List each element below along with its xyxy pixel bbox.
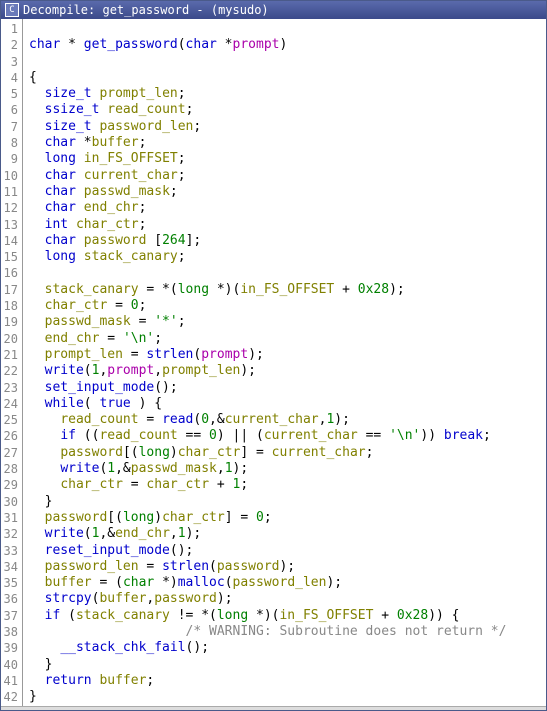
line-number: 18 (3, 298, 18, 314)
decompile-pane: 1234567891011121314151617181920212223242… (1, 19, 546, 706)
code-line[interactable]: } (29, 657, 546, 673)
line-number: 6 (3, 102, 18, 118)
line-number: 2 (3, 37, 18, 53)
line-number: 30 (3, 494, 18, 510)
line-number: 42 (3, 689, 18, 705)
code-line[interactable]: prompt_len = strlen(prompt); (29, 347, 546, 363)
code-line[interactable]: char * get_password(char *prompt) (29, 37, 546, 53)
line-number: 3 (3, 54, 18, 70)
line-number: 32 (3, 526, 18, 542)
line-number: 12 (3, 200, 18, 216)
code-line[interactable]: reset_input_mode(); (29, 543, 546, 559)
line-number: 31 (3, 510, 18, 526)
line-number: 28 (3, 461, 18, 477)
window-title: Decompile: get_password - (mysudo) (23, 3, 269, 17)
code-line[interactable]: if (stack_canary != *(long *)(in_FS_OFFS… (29, 608, 546, 624)
line-number: 25 (3, 412, 18, 428)
line-number: 14 (3, 233, 18, 249)
code-line[interactable]: int char_ctr; (29, 217, 546, 233)
window-titlebar[interactable]: C Decompile: get_password - (mysudo) (1, 1, 546, 19)
line-number: 20 (3, 331, 18, 347)
line-number: 29 (3, 477, 18, 493)
code-line[interactable]: end_chr = '\n'; (29, 331, 546, 347)
code-line[interactable]: char current_char; (29, 168, 546, 184)
line-number: 10 (3, 168, 18, 184)
code-line[interactable]: char passwd_mask; (29, 184, 546, 200)
line-number: 23 (3, 380, 18, 396)
line-number: 40 (3, 657, 18, 673)
app-icon: C (5, 3, 19, 17)
line-number: 5 (3, 86, 18, 102)
code-line[interactable]: ssize_t read_count; (29, 102, 546, 118)
line-number: 35 (3, 575, 18, 591)
code-line[interactable]: long in_FS_OFFSET; (29, 151, 546, 167)
line-number: 11 (3, 184, 18, 200)
code-content[interactable]: char * get_password(char *prompt) { size… (23, 19, 546, 706)
line-number: 16 (3, 265, 18, 281)
code-line[interactable]: char_ctr = char_ctr + 1; (29, 477, 546, 493)
code-line[interactable]: { (29, 70, 546, 86)
code-line[interactable]: stack_canary = *(long *)(in_FS_OFFSET + … (29, 282, 546, 298)
line-number: 19 (3, 314, 18, 330)
code-line[interactable]: size_t prompt_len; (29, 86, 546, 102)
code-line[interactable]: if ((read_count == 0) || (current_char =… (29, 428, 546, 444)
code-line[interactable]: char *buffer; (29, 135, 546, 151)
line-number: 4 (3, 70, 18, 86)
code-line[interactable]: set_input_mode(); (29, 380, 546, 396)
line-number: 1 (3, 21, 18, 37)
line-number: 7 (3, 119, 18, 135)
code-line[interactable] (29, 54, 546, 70)
line-number: 8 (3, 135, 18, 151)
code-line[interactable]: write(1,&passwd_mask,1); (29, 461, 546, 477)
code-line[interactable]: char end_chr; (29, 200, 546, 216)
bottom-border (1, 706, 546, 710)
line-number: 9 (3, 151, 18, 167)
code-line[interactable]: while( true ) { (29, 396, 546, 412)
line-number: 39 (3, 640, 18, 656)
line-number: 17 (3, 282, 18, 298)
line-number: 41 (3, 673, 18, 689)
line-number: 13 (3, 217, 18, 233)
code-line[interactable]: strcpy(buffer,password); (29, 591, 546, 607)
code-line[interactable]: size_t password_len; (29, 119, 546, 135)
code-line[interactable] (29, 265, 546, 281)
code-line[interactable]: /* WARNING: Subroutine does not return *… (29, 624, 546, 640)
line-number: 22 (3, 363, 18, 379)
code-line[interactable]: char password [264]; (29, 233, 546, 249)
line-number: 24 (3, 396, 18, 412)
code-line[interactable]: buffer = (char *)malloc(password_len); (29, 575, 546, 591)
code-line[interactable]: passwd_mask = '*'; (29, 314, 546, 330)
code-line[interactable]: } (29, 494, 546, 510)
line-number: 33 (3, 543, 18, 559)
line-number: 37 (3, 608, 18, 624)
code-line[interactable]: return buffer; (29, 673, 546, 689)
code-line[interactable]: char_ctr = 0; (29, 298, 546, 314)
code-line[interactable]: long stack_canary; (29, 249, 546, 265)
line-number-gutter: 1234567891011121314151617181920212223242… (1, 19, 23, 706)
code-line[interactable]: write(1,prompt,prompt_len); (29, 363, 546, 379)
line-number: 26 (3, 428, 18, 444)
code-line[interactable]: read_count = read(0,&current_char,1); (29, 412, 546, 428)
code-line[interactable]: password[(long)char_ctr] = 0; (29, 510, 546, 526)
code-line[interactable]: write(1,&end_chr,1); (29, 526, 546, 542)
line-number: 15 (3, 249, 18, 265)
code-line[interactable]: password_len = strlen(password); (29, 559, 546, 575)
line-number: 27 (3, 445, 18, 461)
line-number: 36 (3, 591, 18, 607)
code-line[interactable]: password[(long)char_ctr] = current_char; (29, 445, 546, 461)
code-line[interactable]: __stack_chk_fail(); (29, 640, 546, 656)
code-line[interactable] (29, 21, 546, 37)
line-number: 38 (3, 624, 18, 640)
line-number: 21 (3, 347, 18, 363)
line-number: 34 (3, 559, 18, 575)
code-line[interactable]: } (29, 689, 546, 705)
